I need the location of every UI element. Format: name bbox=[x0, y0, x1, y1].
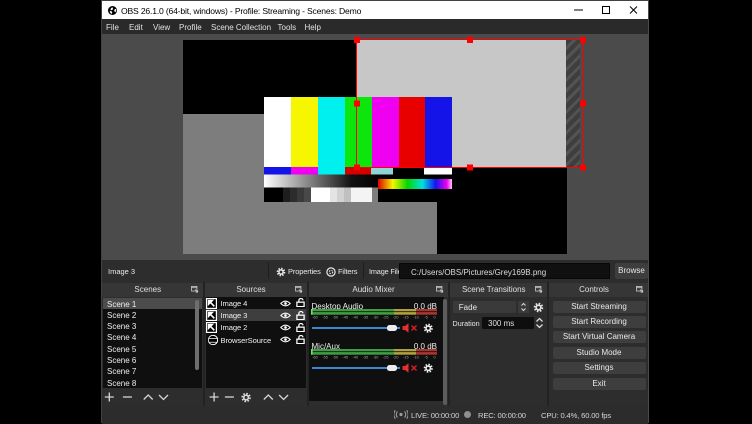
svg-text:-20: -20 bbox=[393, 355, 399, 359]
svg-text:-5: -5 bbox=[424, 355, 427, 359]
svg-text:-40: -40 bbox=[353, 355, 359, 359]
svg-text:-40: -40 bbox=[353, 315, 359, 319]
svg-text:-35: -35 bbox=[363, 315, 369, 319]
svg-text:-30: -30 bbox=[373, 355, 379, 359]
svg-text:-55: -55 bbox=[322, 315, 328, 319]
svg-text:-45: -45 bbox=[343, 355, 349, 359]
svg-text:-60: -60 bbox=[312, 355, 318, 359]
svg-text:-25: -25 bbox=[383, 355, 389, 359]
svg-text:-30: -30 bbox=[373, 315, 379, 319]
svg-text:-10: -10 bbox=[413, 355, 419, 359]
svg-text:-15: -15 bbox=[403, 315, 409, 319]
svg-text:0: 0 bbox=[433, 355, 435, 359]
svg-text:-50: -50 bbox=[332, 315, 338, 319]
svg-text:-35: -35 bbox=[363, 355, 369, 359]
svg-text:-55: -55 bbox=[322, 355, 328, 359]
svg-text:-5: -5 bbox=[424, 315, 427, 319]
svg-text:-15: -15 bbox=[403, 355, 409, 359]
svg-text:-60: -60 bbox=[312, 315, 318, 319]
svg-text:0: 0 bbox=[433, 315, 435, 319]
svg-text:-50: -50 bbox=[332, 355, 338, 359]
svg-text:-20: -20 bbox=[393, 315, 399, 319]
svg-text:-25: -25 bbox=[383, 315, 389, 319]
svg-text:-45: -45 bbox=[343, 315, 349, 319]
svg-text:-10: -10 bbox=[413, 315, 419, 319]
